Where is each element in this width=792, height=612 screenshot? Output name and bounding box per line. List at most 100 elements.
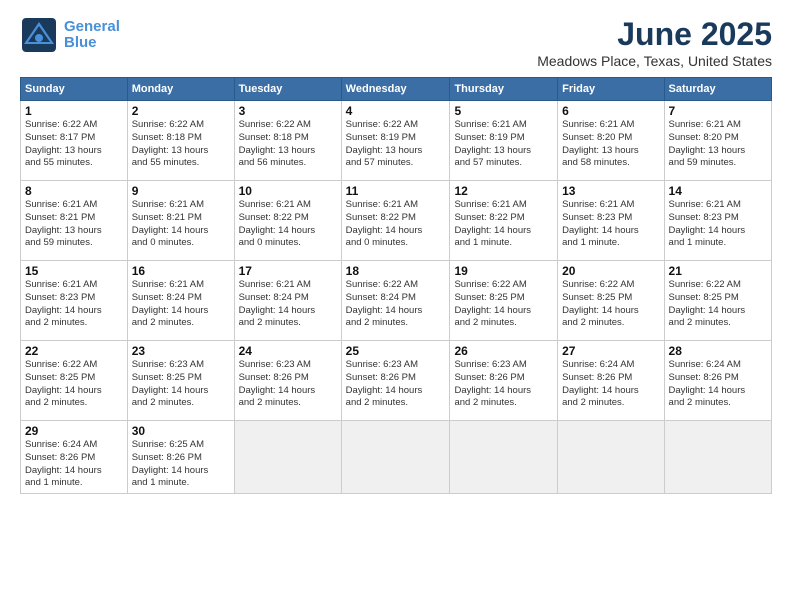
day-number: 2 — [132, 104, 230, 118]
calendar-cell: 25Sunrise: 6:23 AM Sunset: 8:26 PM Dayli… — [341, 341, 450, 421]
day-info: Sunrise: 6:22 AM Sunset: 8:17 PM Dayligh… — [25, 119, 123, 170]
calendar-header-sunday: Sunday — [21, 78, 128, 101]
calendar-cell: 10Sunrise: 6:21 AM Sunset: 8:22 PM Dayli… — [234, 181, 341, 261]
calendar-cell: 24Sunrise: 6:23 AM Sunset: 8:26 PM Dayli… — [234, 341, 341, 421]
calendar-cell — [450, 421, 558, 494]
day-number: 20 — [562, 264, 659, 278]
calendar-cell — [341, 421, 450, 494]
day-info: Sunrise: 6:21 AM Sunset: 8:22 PM Dayligh… — [239, 199, 337, 250]
calendar-cell: 17Sunrise: 6:21 AM Sunset: 8:24 PM Dayli… — [234, 261, 341, 341]
logo-blue: Blue — [64, 34, 97, 51]
calendar-header-tuesday: Tuesday — [234, 78, 341, 101]
day-info: Sunrise: 6:21 AM Sunset: 8:24 PM Dayligh… — [239, 279, 337, 330]
day-info: Sunrise: 6:21 AM Sunset: 8:22 PM Dayligh… — [346, 199, 446, 250]
day-number: 30 — [132, 424, 230, 438]
day-info: Sunrise: 6:24 AM Sunset: 8:26 PM Dayligh… — [669, 359, 767, 410]
calendar-header-saturday: Saturday — [664, 78, 771, 101]
title-area: June 2025 Meadows Place, Texas, United S… — [537, 16, 772, 69]
calendar-cell: 11Sunrise: 6:21 AM Sunset: 8:22 PM Dayli… — [341, 181, 450, 261]
day-number: 8 — [25, 184, 123, 198]
day-number: 18 — [346, 264, 446, 278]
header: General Blue June 2025 Meadows Place, Te… — [20, 16, 772, 69]
calendar-cell: 3Sunrise: 6:22 AM Sunset: 8:18 PM Daylig… — [234, 101, 341, 181]
day-number: 1 — [25, 104, 123, 118]
day-info: Sunrise: 6:21 AM Sunset: 8:23 PM Dayligh… — [25, 279, 123, 330]
day-number: 16 — [132, 264, 230, 278]
page: General Blue June 2025 Meadows Place, Te… — [0, 0, 792, 612]
day-info: Sunrise: 6:22 AM Sunset: 8:19 PM Dayligh… — [346, 119, 446, 170]
day-number: 26 — [454, 344, 553, 358]
day-info: Sunrise: 6:21 AM Sunset: 8:20 PM Dayligh… — [562, 119, 659, 170]
day-info: Sunrise: 6:21 AM Sunset: 8:23 PM Dayligh… — [562, 199, 659, 250]
calendar-cell: 28Sunrise: 6:24 AM Sunset: 8:26 PM Dayli… — [664, 341, 771, 421]
calendar-cell: 14Sunrise: 6:21 AM Sunset: 8:23 PM Dayli… — [664, 181, 771, 261]
day-number: 24 — [239, 344, 337, 358]
day-number: 9 — [132, 184, 230, 198]
calendar-cell: 16Sunrise: 6:21 AM Sunset: 8:24 PM Dayli… — [127, 261, 234, 341]
day-number: 12 — [454, 184, 553, 198]
day-info: Sunrise: 6:22 AM Sunset: 8:25 PM Dayligh… — [25, 359, 123, 410]
day-number: 11 — [346, 184, 446, 198]
day-number: 4 — [346, 104, 446, 118]
calendar: SundayMondayTuesdayWednesdayThursdayFrid… — [20, 77, 772, 494]
calendar-cell: 22Sunrise: 6:22 AM Sunset: 8:25 PM Dayli… — [21, 341, 128, 421]
day-info: Sunrise: 6:22 AM Sunset: 8:25 PM Dayligh… — [669, 279, 767, 330]
calendar-cell: 8Sunrise: 6:21 AM Sunset: 8:21 PM Daylig… — [21, 181, 128, 261]
day-info: Sunrise: 6:21 AM Sunset: 8:24 PM Dayligh… — [132, 279, 230, 330]
day-info: Sunrise: 6:22 AM Sunset: 8:25 PM Dayligh… — [454, 279, 553, 330]
day-number: 10 — [239, 184, 337, 198]
calendar-cell: 13Sunrise: 6:21 AM Sunset: 8:23 PM Dayli… — [558, 181, 664, 261]
day-info: Sunrise: 6:21 AM Sunset: 8:20 PM Dayligh… — [669, 119, 767, 170]
calendar-cell: 9Sunrise: 6:21 AM Sunset: 8:21 PM Daylig… — [127, 181, 234, 261]
day-number: 6 — [562, 104, 659, 118]
day-number: 17 — [239, 264, 337, 278]
day-info: Sunrise: 6:21 AM Sunset: 8:22 PM Dayligh… — [454, 199, 553, 250]
day-number: 28 — [669, 344, 767, 358]
calendar-header-row: SundayMondayTuesdayWednesdayThursdayFrid… — [21, 78, 772, 101]
calendar-header-wednesday: Wednesday — [341, 78, 450, 101]
day-number: 13 — [562, 184, 659, 198]
logo-text: General Blue — [64, 19, 120, 52]
calendar-cell: 20Sunrise: 6:22 AM Sunset: 8:25 PM Dayli… — [558, 261, 664, 341]
calendar-header-thursday: Thursday — [450, 78, 558, 101]
calendar-cell: 4Sunrise: 6:22 AM Sunset: 8:19 PM Daylig… — [341, 101, 450, 181]
day-number: 27 — [562, 344, 659, 358]
calendar-header-monday: Monday — [127, 78, 234, 101]
day-info: Sunrise: 6:22 AM Sunset: 8:25 PM Dayligh… — [562, 279, 659, 330]
day-number: 29 — [25, 424, 123, 438]
day-number: 19 — [454, 264, 553, 278]
calendar-week-5: 29Sunrise: 6:24 AM Sunset: 8:26 PM Dayli… — [21, 421, 772, 494]
calendar-header-friday: Friday — [558, 78, 664, 101]
main-title: June 2025 — [537, 16, 772, 53]
day-number: 22 — [25, 344, 123, 358]
day-info: Sunrise: 6:22 AM Sunset: 8:18 PM Dayligh… — [132, 119, 230, 170]
day-info: Sunrise: 6:23 AM Sunset: 8:25 PM Dayligh… — [132, 359, 230, 410]
day-number: 14 — [669, 184, 767, 198]
calendar-cell — [558, 421, 664, 494]
day-number: 5 — [454, 104, 553, 118]
calendar-cell: 19Sunrise: 6:22 AM Sunset: 8:25 PM Dayli… — [450, 261, 558, 341]
calendar-cell: 15Sunrise: 6:21 AM Sunset: 8:23 PM Dayli… — [21, 261, 128, 341]
day-info: Sunrise: 6:25 AM Sunset: 8:26 PM Dayligh… — [132, 439, 230, 490]
calendar-cell: 30Sunrise: 6:25 AM Sunset: 8:26 PM Dayli… — [127, 421, 234, 494]
day-info: Sunrise: 6:24 AM Sunset: 8:26 PM Dayligh… — [562, 359, 659, 410]
day-number: 3 — [239, 104, 337, 118]
calendar-cell: 5Sunrise: 6:21 AM Sunset: 8:19 PM Daylig… — [450, 101, 558, 181]
calendar-cell: 23Sunrise: 6:23 AM Sunset: 8:25 PM Dayli… — [127, 341, 234, 421]
calendar-cell: 12Sunrise: 6:21 AM Sunset: 8:22 PM Dayli… — [450, 181, 558, 261]
calendar-cell: 26Sunrise: 6:23 AM Sunset: 8:26 PM Dayli… — [450, 341, 558, 421]
calendar-cell: 21Sunrise: 6:22 AM Sunset: 8:25 PM Dayli… — [664, 261, 771, 341]
calendar-week-1: 1Sunrise: 6:22 AM Sunset: 8:17 PM Daylig… — [21, 101, 772, 181]
calendar-cell: 6Sunrise: 6:21 AM Sunset: 8:20 PM Daylig… — [558, 101, 664, 181]
day-info: Sunrise: 6:21 AM Sunset: 8:21 PM Dayligh… — [25, 199, 123, 250]
calendar-cell: 7Sunrise: 6:21 AM Sunset: 8:20 PM Daylig… — [664, 101, 771, 181]
calendar-cell: 1Sunrise: 6:22 AM Sunset: 8:17 PM Daylig… — [21, 101, 128, 181]
calendar-week-4: 22Sunrise: 6:22 AM Sunset: 8:25 PM Dayli… — [21, 341, 772, 421]
calendar-week-2: 8Sunrise: 6:21 AM Sunset: 8:21 PM Daylig… — [21, 181, 772, 261]
calendar-cell: 2Sunrise: 6:22 AM Sunset: 8:18 PM Daylig… — [127, 101, 234, 181]
day-info: Sunrise: 6:21 AM Sunset: 8:19 PM Dayligh… — [454, 119, 553, 170]
day-number: 21 — [669, 264, 767, 278]
day-info: Sunrise: 6:23 AM Sunset: 8:26 PM Dayligh… — [346, 359, 446, 410]
calendar-cell — [234, 421, 341, 494]
day-number: 15 — [25, 264, 123, 278]
